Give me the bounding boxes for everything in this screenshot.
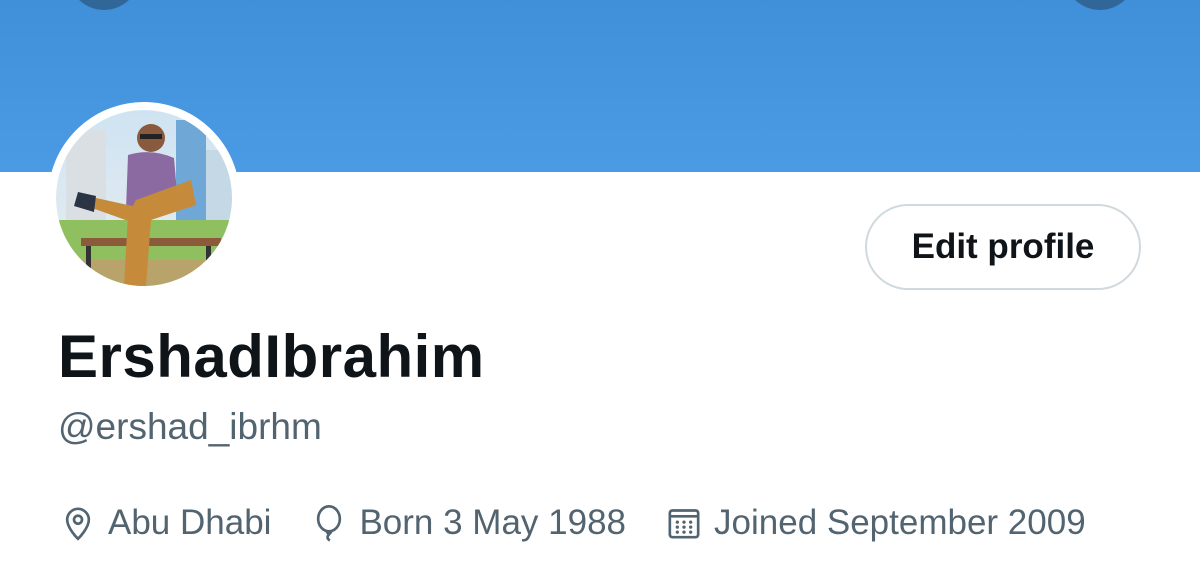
more-button[interactable]	[1064, 0, 1136, 10]
joined-text: Joined September 2009	[714, 503, 1086, 542]
avatar[interactable]	[48, 102, 240, 294]
profile-meta: Abu Dhabi Born 3 May 1988 Joined Septemb…	[58, 500, 1086, 546]
birthday-text: Born 3 May 1988	[359, 503, 627, 542]
avatar-photo	[56, 110, 232, 286]
balloon-icon	[309, 503, 349, 543]
calendar-icon	[664, 503, 704, 543]
edit-profile-button[interactable]: Edit profile	[865, 204, 1141, 290]
location-text: Abu Dhabi	[108, 503, 272, 542]
username-handle: @ershad_ibrhm	[58, 406, 322, 447]
profile-page: Edit profile ErshadIbrahim @ershad_ibrhm…	[0, 0, 1200, 581]
back-button[interactable]	[68, 0, 140, 10]
location-pin-icon	[58, 503, 98, 543]
display-name: ErshadIbrahim	[58, 323, 485, 390]
meta-joined: Joined September 2009	[664, 503, 1086, 543]
meta-location: Abu Dhabi	[58, 503, 271, 543]
meta-birthday: Born 3 May 1988	[309, 503, 626, 543]
